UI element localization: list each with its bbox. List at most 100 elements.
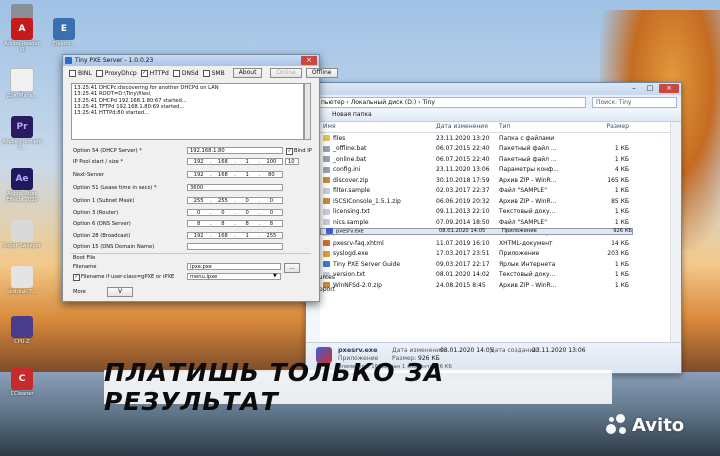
check-dnsd[interactable]: DNSd [172, 69, 199, 77]
avito-logo-icon [606, 414, 628, 436]
desktop-icon-elektro[interactable]: E Elektro... [44, 18, 84, 47]
column-date[interactable]: Дата изменения [433, 122, 496, 132]
boot-file-label: Boot File [73, 255, 96, 261]
log-output[interactable]: 13:25:41 DHCPc:discovering for another D… [71, 83, 304, 140]
file-date: 06.07.2015 22:40 [436, 155, 490, 163]
file-row[interactable]: pxesrv-faq.xhtml 11.07.2019 16:10 XHTML-до… [320, 238, 671, 249]
close-button[interactable]: × [659, 84, 679, 93]
pool-ip-input[interactable]: 192. 168. 1. 100 [187, 158, 283, 165]
file-row[interactable]: config.ini 23.11.2020 13:06 Параметры конф… [320, 165, 671, 176]
file-date: 30.10.2018 17:59 [436, 176, 490, 184]
file-row[interactable]: pxesrv.exe 08.01.2020 14:05 Приложение 926 … [320, 227, 633, 235]
file-name: WinNFSd-2.0.zip [320, 282, 433, 289]
file-name: _offline.bat [320, 145, 433, 152]
check-httpd[interactable]: ✓ HTTPd [140, 69, 169, 77]
opt28-input[interactable]: 192. 168. 1. 255 [187, 232, 283, 239]
opt54-label: Option 54 (DHCP Server) * [73, 148, 142, 154]
opt6-label: Option 6 (DNS Server) [73, 221, 131, 227]
log-scrollbar[interactable] [304, 83, 311, 140]
cpu-chip-icon [11, 316, 33, 338]
file-date: 09.11.2013 22:10 [436, 208, 490, 216]
filename-input[interactable]: ipxe.pxe [187, 263, 281, 270]
file-row[interactable]: licensing.txt 09.11.2013 22:10 Текстовый д… [320, 207, 671, 218]
online-button[interactable]: Online [270, 68, 302, 78]
opt15-input[interactable] [187, 243, 283, 250]
file-icon [323, 219, 330, 226]
column-size[interactable]: Размер [584, 122, 629, 132]
file-name: version.txt [320, 271, 433, 278]
pxe-close-button[interactable]: × [301, 56, 317, 65]
file-row[interactable]: filter.sample 02.03.2017 22:37 Файл "SAMPL… [320, 186, 671, 197]
desktop-icon-cpuz[interactable]: CPU-Z [2, 316, 42, 345]
desktop-icon-adobe-reader[interactable]: A Adobe Reader XI [2, 18, 42, 53]
new-folder-button[interactable]: Новая папка [332, 111, 372, 118]
file-row[interactable]: version.txt 08.01.2020 14:02 Текстовый док… [320, 270, 671, 281]
check-binl[interactable]: BINL [69, 69, 92, 77]
opt3-label: Option 3 (Router) [73, 210, 119, 216]
column-name[interactable]: Имя [320, 122, 433, 132]
file-row[interactable]: _offline.bat 06.07.2015 22:40 Пакетный фай… [320, 144, 671, 155]
breadcrumb[interactable]: пьютер › Локальный диск (D:) › Tiny [310, 96, 586, 108]
file-row[interactable]: files 23.11.2020 13:20 Папка с файлами [320, 133, 671, 144]
file-row[interactable]: Tiny PXE Server Guide 09.03.2017 22:17 Ярл… [320, 259, 671, 270]
column-type[interactable]: Тип [496, 122, 584, 132]
offline-button[interactable]: Offline [305, 68, 338, 78]
next-server-input[interactable]: 192. 168. 1. 80 [187, 171, 283, 178]
checkmark-icon: ✓ [140, 69, 148, 77]
file-type: Ярлык Интернета [499, 260, 556, 268]
file-name: iSCSIConsole_1.5.1.zip [320, 198, 433, 205]
separator [71, 253, 311, 254]
pool-size-input[interactable]: 10 [285, 158, 299, 165]
file-date: 02.03.2017 22:37 [436, 187, 490, 195]
file-row[interactable]: iSCSIConsole_1.5.1.zip 06.06.2019 20:32 Ар… [320, 196, 671, 207]
file-size: 203 КБ [607, 250, 629, 258]
more-button[interactable]: V [107, 287, 133, 297]
file-date: 17.03.2017 23:51 [436, 250, 490, 258]
file-row[interactable]: discover.zip 30.10.2018 17:59 Архив ZIP - … [320, 175, 671, 186]
file-size: 1 КБ [614, 271, 629, 279]
file-name: pxesrv-faq.xhtml [320, 240, 433, 247]
explorer-titlebar[interactable]: – □ × [306, 83, 681, 95]
bind-ip-checkbox[interactable]: ✓ [286, 148, 293, 155]
opt3-input[interactable]: 0.0.0.0 [187, 209, 283, 216]
sweeper-icon [11, 220, 33, 242]
file-name: licensing.txt [320, 208, 433, 215]
file-row[interactable]: nics.sample 07.09.2014 18:50 Файл "SAMPLE"… [320, 217, 671, 228]
search-input[interactable]: Поиск: Tiny [592, 96, 677, 108]
file-type: Архив ZIP - WinR... [499, 197, 557, 205]
maximize-button[interactable]: □ [643, 84, 657, 93]
file-row[interactable]: syslogd.exe 17.03.2017 23:51 Приложение 203… [320, 249, 671, 260]
file-list-header: Имя Дата изменения Тип Размер [320, 122, 671, 133]
scrollbar[interactable] [670, 122, 681, 343]
browse-button[interactable]: ... [284, 263, 300, 273]
desktop-icon-after-effects[interactable]: Ae Adobe After Effects 2020 [2, 168, 42, 203]
ipxe-select[interactable]: menu.ipxe [187, 273, 281, 280]
desktop-icon-testdisk[interactable]: testdisk-7... [2, 266, 42, 295]
opt6-input[interactable]: 8.8.8.8 [187, 220, 283, 227]
file-size: 1 КБ [614, 145, 629, 153]
file-size: 1 КБ [614, 281, 629, 289]
detail-modified-label: Дата изменения: [392, 347, 446, 354]
minimize-button[interactable]: – [627, 84, 641, 93]
about-button[interactable]: About [232, 68, 263, 78]
desktop-icon-premiere[interactable]: Pr Adobe Premiere P... [2, 116, 42, 151]
premiere-pro-icon: Pr [11, 116, 33, 138]
opt1-input[interactable]: 255. 255. 0. 0 [187, 197, 283, 204]
desktop-icon-doc[interactable]: Док_Мате... [2, 68, 42, 99]
opt51-input[interactable]: 3600 [187, 184, 283, 191]
explorer-window: – □ × пьютер › Локальный диск (D:) › Tin… [305, 82, 682, 374]
file-name: pxesrv.exe [323, 227, 436, 234]
folder-icon [11, 266, 33, 288]
ipxe-checkbox[interactable]: ✓ [73, 274, 80, 281]
check-proxydhcp[interactable]: ProxyDhcp [95, 69, 137, 77]
desktop-icon-ccleaner[interactable]: C CCleaner [2, 368, 42, 397]
file-row[interactable]: _online.bat 06.07.2015 22:40 Пакетный файл… [320, 154, 671, 165]
desktop-icon-sweeper[interactable]: Super Sweeper [2, 220, 42, 249]
pxe-titlebar[interactable]: Tiny PXE Server - 1.0.0.23 × [63, 55, 319, 66]
opt54-input[interactable]: 192.168.1.80 [187, 147, 283, 154]
file-icon [323, 250, 330, 257]
file-row[interactable]: WinNFSd-2.0.zip 24.08.2015 8:45 Архив ZIP … [320, 280, 671, 291]
file-name: filter.sample [320, 187, 433, 194]
check-smb[interactable]: SMB [202, 69, 225, 77]
file-date: 24.08.2015 8:45 [436, 281, 486, 289]
